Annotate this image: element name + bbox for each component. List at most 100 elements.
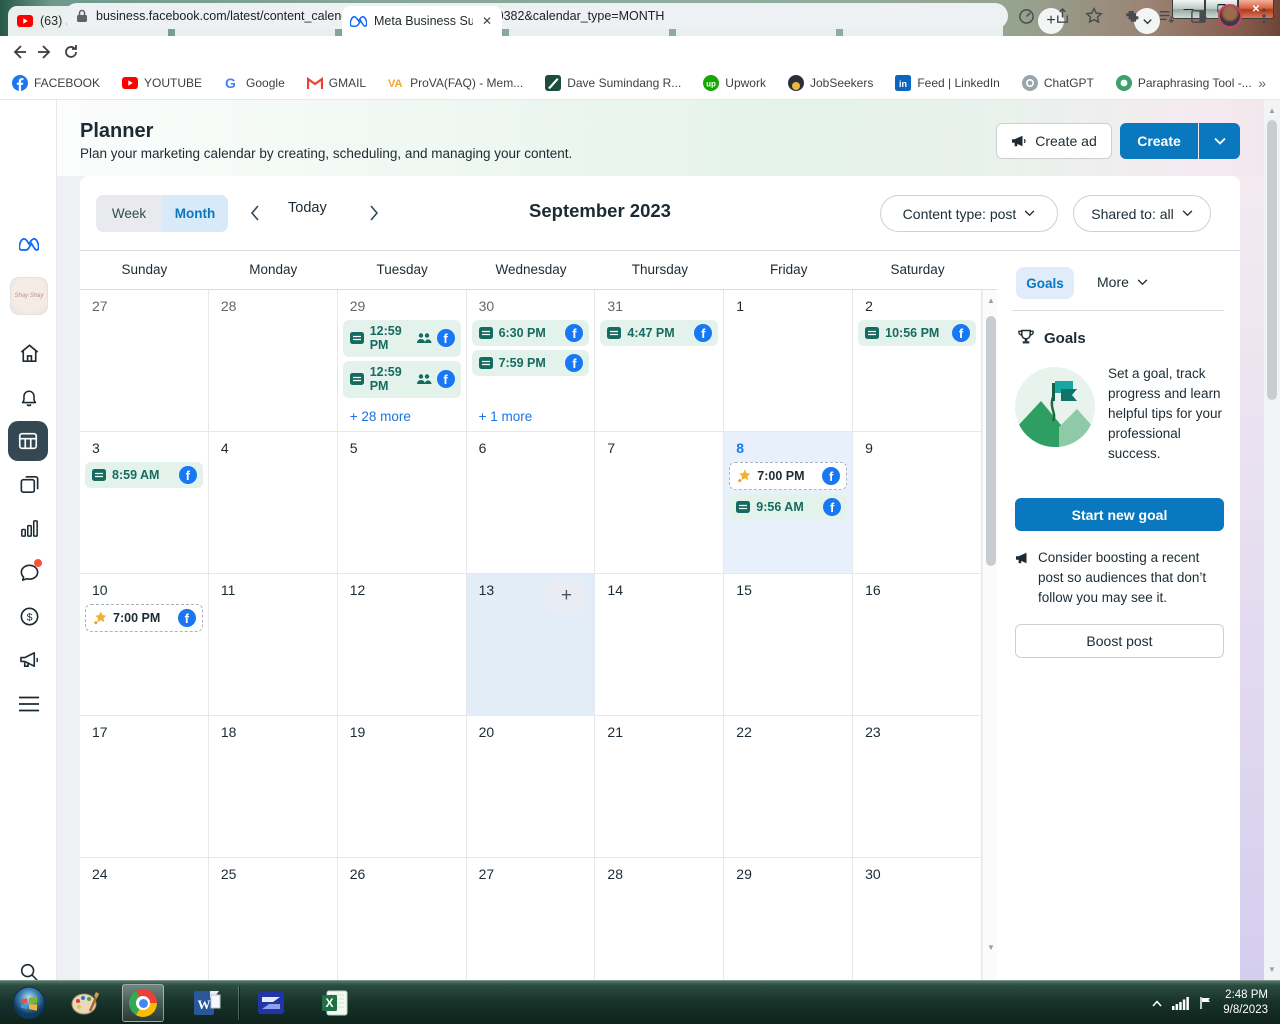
calendar-cell[interactable]: 12 (337, 574, 467, 716)
calendar-cell[interactable]: 18 (208, 716, 338, 858)
calendar-cell[interactable]: 30 (853, 858, 982, 980)
calendar-cell[interactable]: 29 12:59 PM f 12:59 PM f + 28 more (337, 290, 467, 432)
sidebar-item-monetization[interactable]: $ (17, 604, 41, 628)
scheduled-post-pill[interactable]: 7:59 PM f (471, 350, 590, 376)
bookmark-item[interactable]: YOUTUBE (122, 75, 202, 91)
bookmark-item[interactable]: FACEBOOK (12, 75, 100, 91)
scroll-up-icon[interactable]: ▲ (1264, 106, 1280, 115)
calendar-cell[interactable]: 28 (595, 858, 725, 980)
bookmark-item[interactable]: GMAIL (306, 75, 366, 91)
network-icon[interactable] (1172, 996, 1190, 1010)
calendar-scrollbar[interactable]: ▲ ▼ (982, 290, 997, 980)
reload-icon[interactable] (58, 39, 84, 65)
bookmark-item[interactable]: Dave Sumindang R... (545, 75, 681, 91)
scheduled-post-pill[interactable]: 9:56 AM f (729, 494, 848, 520)
sidebar-item-notifications[interactable] (17, 385, 41, 409)
calendar-cell[interactable]: 13 + (466, 574, 596, 716)
url-bar[interactable]: business.facebook.com/latest/content_cal… (64, 3, 1008, 29)
bookmark-item[interactable]: Paraphrasing Tool -... (1115, 75, 1252, 91)
calendar-cell[interactable]: 23 (853, 716, 982, 858)
scheduled-post-pill[interactable]: 4:47 PM f (600, 320, 719, 346)
scheduled-post-pill[interactable]: 8:59 AM f (85, 462, 203, 488)
back-icon[interactable] (6, 39, 32, 65)
suggested-post-pill[interactable]: 7:00 PM f (85, 604, 203, 632)
browser-tab[interactable]: Meta Business Suite ✕ (342, 6, 502, 36)
browser-menu-icon[interactable] (1250, 3, 1278, 29)
sidebar-item-home[interactable] (17, 341, 41, 365)
calendar-cell[interactable]: 8 7:00 PM f 9:56 AM f (724, 432, 854, 574)
sidebar-item-all-tools[interactable] (17, 692, 41, 716)
clock[interactable]: 2:48 PM 9/8/2023 (1223, 988, 1276, 1018)
side-panel-icon[interactable] (1184, 3, 1212, 29)
calendar-cell[interactable]: 26 (338, 858, 467, 980)
sidebar-item-insights[interactable] (17, 516, 41, 540)
bookmark-item[interactable]: in Feed | LinkedIn (895, 75, 1000, 91)
week-toggle[interactable]: Week (96, 195, 162, 232)
scroll-up-icon[interactable]: ▲ (983, 296, 999, 305)
calendar-cell[interactable]: 6 (466, 432, 596, 574)
scheduled-post-pill[interactable]: 12:59 PM f (342, 320, 461, 357)
sidebar-item-content[interactable] (17, 472, 41, 496)
bookmark-item[interactable]: up Upwork (703, 75, 766, 91)
calendar-cell[interactable]: 29 (724, 858, 854, 980)
calendar-cell[interactable]: 25 (209, 858, 338, 980)
today-button[interactable]: Today (288, 200, 327, 216)
calendar-cell[interactable]: 11 (208, 574, 338, 716)
calendar-cell[interactable]: 19 (337, 716, 467, 858)
month-toggle[interactable]: Month (162, 195, 228, 232)
sidebar-item-inbox[interactable] (17, 559, 42, 584)
more-posts-link[interactable]: + 1 more (467, 409, 595, 431)
calendar-cell[interactable]: 30 6:30 PM f 7:59 PM f + 1 more (466, 290, 596, 432)
hidden-icons-arrow[interactable] (1152, 999, 1162, 1007)
calendar-cell[interactable]: 17 (80, 716, 209, 858)
calendar-cell[interactable]: 31 4:47 PM f (595, 290, 725, 432)
calendar-cell[interactable]: 28 (208, 290, 338, 432)
share-icon[interactable] (1048, 3, 1076, 29)
taskbar-chrome-button[interactable] (122, 984, 164, 1022)
more-posts-link[interactable]: + 28 more (338, 409, 466, 431)
calendar-cell[interactable]: 3 8:59 AM f (80, 432, 209, 574)
tab-more[interactable]: More (1097, 274, 1148, 290)
scroll-down-icon[interactable]: ▼ (983, 943, 999, 952)
forward-icon[interactable] (32, 39, 58, 65)
sidebar-item-meta-logo[interactable] (9, 224, 49, 264)
taskbar-word-button[interactable]: W (186, 984, 228, 1022)
taskbar-excel-button[interactable]: X (314, 984, 356, 1022)
create-ad-button[interactable]: Create ad (996, 123, 1112, 159)
calendar-cell[interactable]: 2 10:56 PM f (853, 290, 982, 432)
bookmark-star-icon[interactable] (1080, 3, 1108, 29)
calendar-cell[interactable]: 14 (595, 574, 725, 716)
calendar-cell[interactable]: 27 (80, 290, 209, 432)
add-post-button[interactable]: + (546, 580, 587, 612)
tab-close-icon[interactable]: ✕ (480, 14, 494, 28)
content-type-filter[interactable]: Content type: post (880, 195, 1058, 232)
bookmarks-overflow-icon[interactable]: » (1258, 75, 1266, 91)
calendar-cell[interactable]: 7 (595, 432, 725, 574)
prev-month-icon[interactable] (243, 201, 267, 225)
sidebar-item-planner[interactable] (8, 421, 48, 461)
calendar-cell[interactable]: 24 (80, 858, 209, 980)
profile-avatar[interactable] (1216, 3, 1244, 29)
bookmark-item[interactable]: G Google (224, 75, 285, 91)
calendar-cell[interactable]: 4 (208, 432, 338, 574)
bookmark-item[interactable]: VA ProVA(FAQ) - Mem... (388, 75, 523, 91)
suggested-post-pill[interactable]: 7:00 PM f (729, 462, 848, 490)
taskbar-scanner-button[interactable] (250, 984, 292, 1022)
taskbar-start-button[interactable] (8, 984, 50, 1022)
calendar-cell[interactable]: 1 (724, 290, 854, 432)
next-month-icon[interactable] (362, 201, 386, 225)
create-dropdown-button[interactable] (1199, 123, 1240, 159)
tab-goals[interactable]: Goals (1016, 267, 1074, 299)
scroll-down-icon[interactable]: ▼ (1264, 965, 1280, 974)
action-center-flag-icon[interactable] (1199, 996, 1213, 1010)
scrollbar-thumb[interactable] (985, 316, 996, 566)
sidebar-item-search[interactable] (17, 960, 41, 980)
scheduled-post-pill[interactable]: 10:56 PM f (858, 320, 976, 346)
boost-post-button[interactable]: Boost post (1015, 624, 1224, 658)
sidebar-item-ads[interactable] (17, 648, 41, 672)
calendar-cell[interactable]: 9 (853, 432, 982, 574)
shared-to-filter[interactable]: Shared to: all (1073, 195, 1211, 232)
reading-list-icon[interactable] (1152, 3, 1180, 29)
taskbar-paint-button[interactable] (64, 984, 106, 1022)
create-button[interactable]: Create (1120, 123, 1198, 159)
